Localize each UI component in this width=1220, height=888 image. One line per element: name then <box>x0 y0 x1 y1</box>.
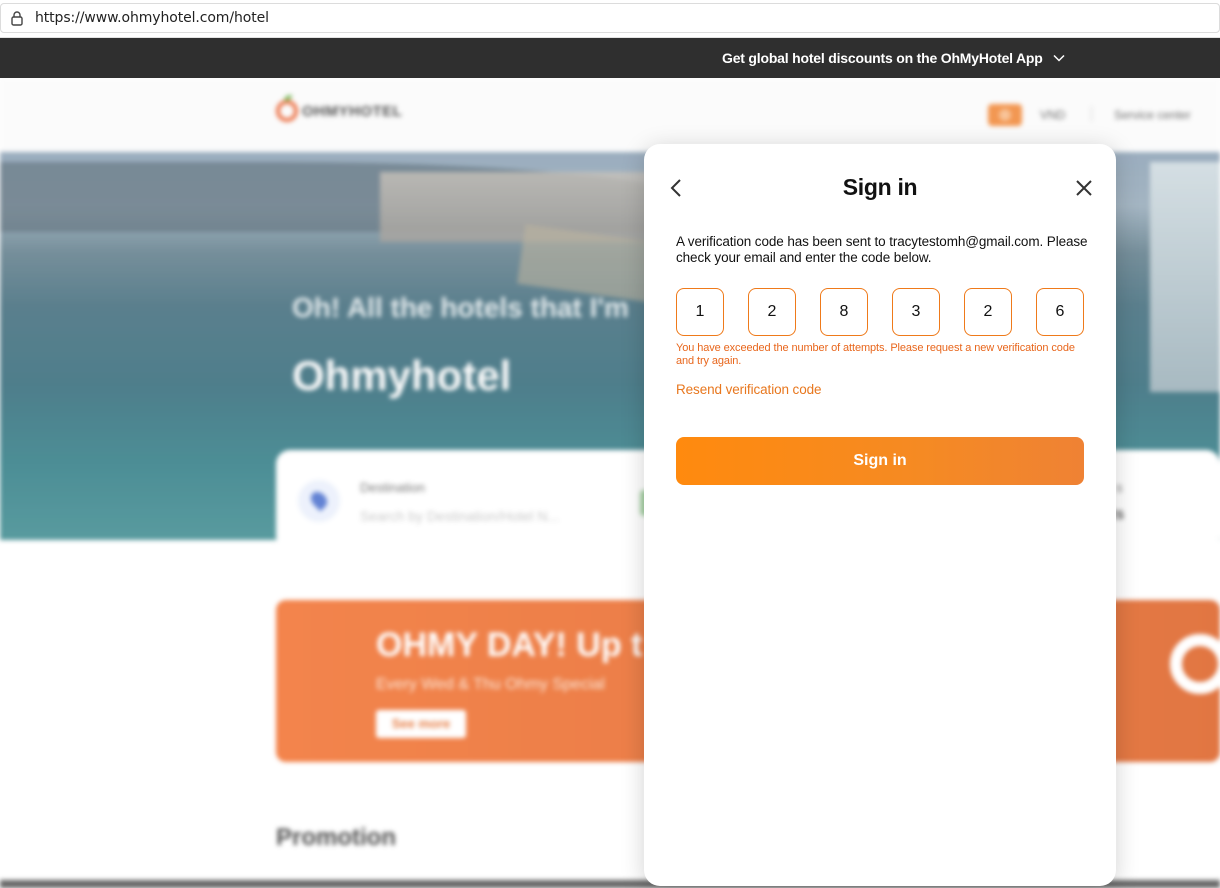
chevron-left-icon <box>670 179 681 197</box>
resend-code-link[interactable]: Resend verification code <box>676 382 822 397</box>
url-field[interactable]: https://www.ohmyhotel.com/hotel <box>0 3 1220 33</box>
code-digit-4[interactable]: 3 <box>892 288 940 336</box>
app-promo-bar: Get global hotel discounts on the OhMyHo… <box>0 38 1220 78</box>
code-digit-5[interactable]: 2 <box>964 288 1012 336</box>
close-icon <box>1076 180 1092 196</box>
code-digit-1[interactable]: 1 <box>676 288 724 336</box>
lock-icon <box>10 10 24 26</box>
modal-title: Sign in <box>842 174 918 200</box>
verification-code-inputs: 1 2 8 3 2 6 <box>676 288 1084 336</box>
error-message: You have exceeded the number of attempts… <box>676 342 1075 367</box>
code-digit-6[interactable]: 6 <box>1036 288 1084 336</box>
app-promo-link[interactable]: Get global hotel discounts on the OhMyHo… <box>722 38 1065 78</box>
close-button[interactable] <box>1072 176 1096 200</box>
browser-address-bar: https://www.ohmyhotel.com/hotel <box>0 0 1220 38</box>
verification-message: A verification code has been sent to tra… <box>676 234 1088 265</box>
url-text[interactable]: https://www.ohmyhotel.com/hotel <box>35 10 269 26</box>
signin-button[interactable]: Sign in <box>676 437 1084 485</box>
app-promo-text: Get global hotel discounts on the OhMyHo… <box>722 50 1043 66</box>
chevron-down-icon <box>1053 54 1065 62</box>
code-digit-2[interactable]: 2 <box>748 288 796 336</box>
code-digit-3[interactable]: 8 <box>820 288 868 336</box>
back-button[interactable] <box>664 174 688 202</box>
signin-modal: Sign in A verification code has been sen… <box>644 144 1116 886</box>
